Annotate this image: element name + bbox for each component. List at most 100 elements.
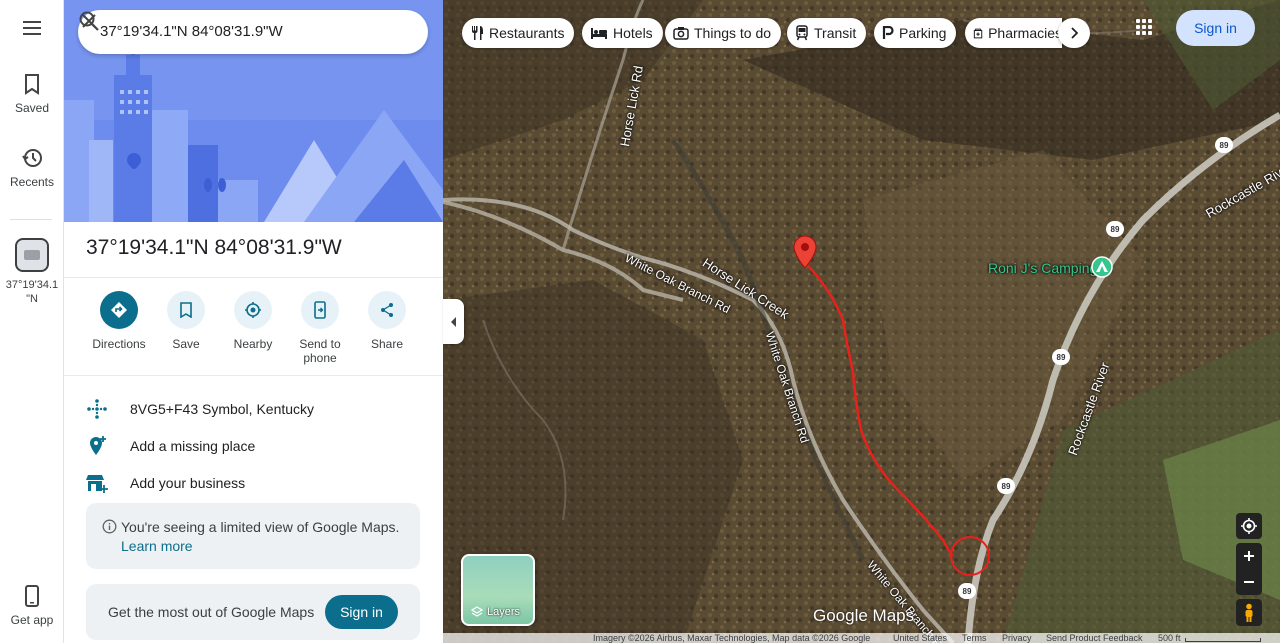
campground-icon[interactable] [1091, 256, 1113, 278]
info-icon [102, 519, 117, 534]
promo-text: Get the most out of Google Maps [108, 604, 315, 620]
route-shield: 89 [1106, 221, 1124, 237]
layers-button[interactable]: Layers [461, 554, 535, 626]
zoom-in-button[interactable] [1236, 543, 1262, 569]
recent-place-label: 37°19'34.1 "N [5, 279, 59, 305]
search-input[interactable]: 37°19'34.1"N 84°08'31.9"W [100, 23, 283, 40]
pharmacy-icon [973, 28, 983, 38]
chip-things-to-do[interactable]: Things to do [665, 18, 782, 48]
sign-in-button[interactable]: Sign in [325, 595, 398, 629]
layers-icon [471, 606, 483, 617]
street-view-pegman[interactable] [1236, 599, 1262, 626]
chip-hotels[interactable]: Hotels [582, 18, 663, 48]
chip-label: Transit [814, 25, 857, 41]
scale-bar [1185, 638, 1261, 642]
route-shield: 89 [1052, 349, 1070, 365]
bed-icon [591, 28, 607, 39]
phone-icon [25, 585, 39, 607]
my-location-button[interactable] [1236, 513, 1262, 539]
plus-code-icon [87, 399, 107, 419]
terms-link[interactable]: Terms [962, 633, 987, 643]
chips-scroll-right-button[interactable] [1058, 18, 1090, 48]
save-label: Save [172, 337, 200, 351]
directions-icon [111, 302, 127, 318]
chip-label: Restaurants [489, 25, 565, 41]
limited-view-text: You're seeing a limited view of Google M… [121, 519, 400, 535]
add-location-icon [90, 436, 106, 455]
left-rail: Saved Recents 37°19'34.1 "N Get app [0, 0, 64, 643]
place-title: 37°19'34.1"N 84°08'31.9"W [86, 236, 342, 259]
chip-restaurants[interactable]: Restaurants [462, 18, 575, 48]
nearby-icon [245, 302, 261, 318]
country-label: United States [893, 633, 948, 643]
share-button[interactable]: Share [354, 291, 420, 351]
limited-view-notice: You're seeing a limited view of Google M… [86, 503, 420, 569]
route-shield: 89 [1215, 137, 1233, 153]
get-app-button[interactable]: Get app [0, 585, 64, 627]
divider [64, 375, 443, 376]
map-footer: Imagery ©2026 Airbus, Maxar Technologies… [443, 633, 1280, 643]
my-location-icon [1241, 518, 1257, 534]
chip-label: Parking [899, 25, 947, 41]
train-icon [796, 25, 808, 41]
chip-pharmacies[interactable]: Pharmacies [965, 18, 1062, 48]
save-button[interactable]: Save [153, 291, 219, 351]
sign-in-promo: Get the most out of Google Maps Sign in [86, 584, 420, 640]
add-missing-place-row[interactable]: Add a missing place [64, 428, 443, 464]
privacy-link[interactable]: Privacy [1002, 633, 1032, 643]
share-icon [381, 303, 393, 317]
camera-icon [673, 27, 689, 40]
send-to-phone-button[interactable]: Send to phone [287, 291, 353, 365]
nearby-button[interactable]: Nearby [220, 291, 286, 351]
close-icon[interactable] [78, 10, 100, 32]
add-business-row[interactable]: Add your business [64, 465, 443, 501]
feedback-link[interactable]: Send Product Feedback [1046, 633, 1143, 643]
search-box[interactable]: 37°19'34.1"N 84°08'31.9"W [78, 10, 428, 54]
location-pin-icon[interactable] [792, 235, 818, 269]
hamburger-icon [23, 21, 41, 35]
zoom-out-button[interactable] [1236, 569, 1262, 595]
send-to-phone-icon [314, 301, 326, 319]
chevron-right-icon [1071, 27, 1078, 39]
recents-button[interactable]: Recents [0, 147, 64, 189]
action-row: Directions Save Nearby Send to phone Sha… [86, 291, 426, 371]
google-apps-icon[interactable] [1135, 18, 1153, 36]
satellite-imagery [443, 0, 1280, 643]
bookmark-icon [25, 74, 39, 95]
route-shield: 89 [958, 583, 976, 599]
nearby-label: Nearby [233, 337, 273, 351]
saved-label: Saved [14, 101, 50, 115]
learn-more-link[interactable]: Learn more [121, 538, 193, 554]
minus-icon [1244, 581, 1254, 583]
recent-place-item[interactable]: 37°19'34.1 "N [0, 238, 64, 306]
get-app-label: Get app [10, 613, 54, 627]
chip-transit[interactable]: Transit [787, 18, 867, 48]
divider [64, 277, 443, 278]
chip-label: Hotels [613, 25, 653, 41]
layers-label: Layers [487, 606, 521, 618]
bookmark-icon [180, 302, 192, 318]
imagery-attribution: Imagery ©2026 Airbus, Maxar Technologies… [593, 633, 871, 643]
chip-label: Things to do [694, 25, 772, 41]
collapse-panel-button[interactable] [443, 299, 464, 344]
plus-code-row[interactable]: 8VG5+F43 Symbol, Kentucky [64, 391, 443, 427]
pegman-icon [1245, 603, 1253, 622]
chip-label: Pharmacies [988, 25, 1062, 41]
recents-label: Recents [9, 175, 55, 189]
route-shield: 89 [997, 478, 1015, 494]
directions-button[interactable]: Directions [86, 291, 152, 351]
history-icon [22, 149, 42, 167]
scale-label[interactable]: 500 ft [1158, 633, 1181, 643]
chip-parking[interactable]: Parking [874, 18, 957, 48]
share-label: Share [370, 337, 404, 351]
add-business-text: Add your business [130, 475, 246, 491]
side-panel: 37°19'34.1"N 84°08'31.9"W 37°19'34.1"N 8… [64, 0, 443, 643]
google-maps-logo: Google Maps [813, 606, 915, 625]
menu-button[interactable] [0, 20, 64, 36]
saved-button[interactable]: Saved [0, 73, 64, 115]
directions-label: Directions [92, 337, 146, 351]
map-canvas[interactable]: Horse Lick Rd White Oak Branch Rd Horse … [443, 0, 1280, 643]
sign-in-button-top[interactable]: Sign in [1176, 10, 1255, 46]
campground-label[interactable]: Roni J's Camping [988, 260, 1097, 276]
send-to-phone-label: Send to phone [299, 337, 341, 365]
